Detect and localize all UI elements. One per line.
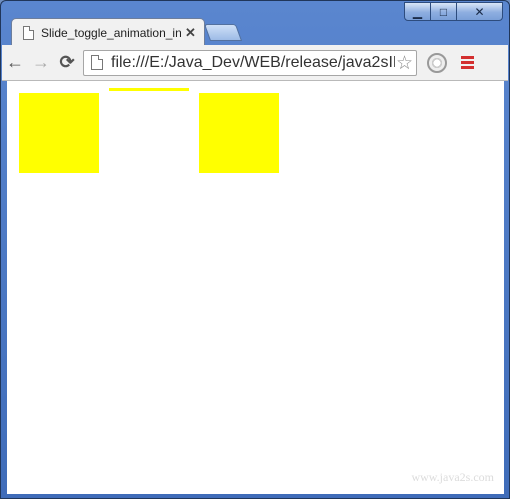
url-text[interactable]: file:///E:/Java_Dev/WEB/release/java2sID… [111,54,395,72]
page-icon [91,55,103,70]
page-content: www.java2s.com [7,81,504,494]
browser-window: ▁ □ ✕ Slide_toggle_animation_in ✕ ← → ⟳ … [0,0,510,499]
close-window-button[interactable]: ✕ [456,2,503,21]
yellow-box-1[interactable] [19,93,99,173]
menu-bar-3 [461,66,474,69]
minimize-button[interactable]: ▁ [404,2,431,21]
address-bar[interactable]: file:///E:/Java_Dev/WEB/release/java2sID… [83,49,417,76]
reload-button[interactable]: ⟳ [54,50,80,76]
extension-icon[interactable] [427,52,447,73]
tab-active[interactable]: Slide_toggle_animation_in ✕ [11,18,205,46]
document-icon [23,25,34,40]
tab-title: Slide_toggle_animation_in [41,25,181,40]
forward-button[interactable]: → [28,50,54,76]
bookmark-star-icon[interactable]: ☆ [396,52,413,75]
yellow-box-3[interactable] [199,93,279,173]
toolbar: ← → ⟳ file:///E:/Java_Dev/WEB/release/ja… [2,45,508,81]
window-controls: ▁ □ ✕ [404,2,503,22]
tab-close-icon[interactable]: ✕ [185,25,196,41]
new-tab-button[interactable] [203,24,243,41]
watermark: www.java2s.com [411,470,494,484]
menu-icon[interactable] [461,56,474,69]
menu-bar-1 [461,56,474,59]
yellow-box-2-sliding[interactable] [109,88,189,91]
maximize-button[interactable]: □ [430,2,457,21]
back-button[interactable]: ← [2,50,28,76]
menu-bar-2 [461,61,474,64]
